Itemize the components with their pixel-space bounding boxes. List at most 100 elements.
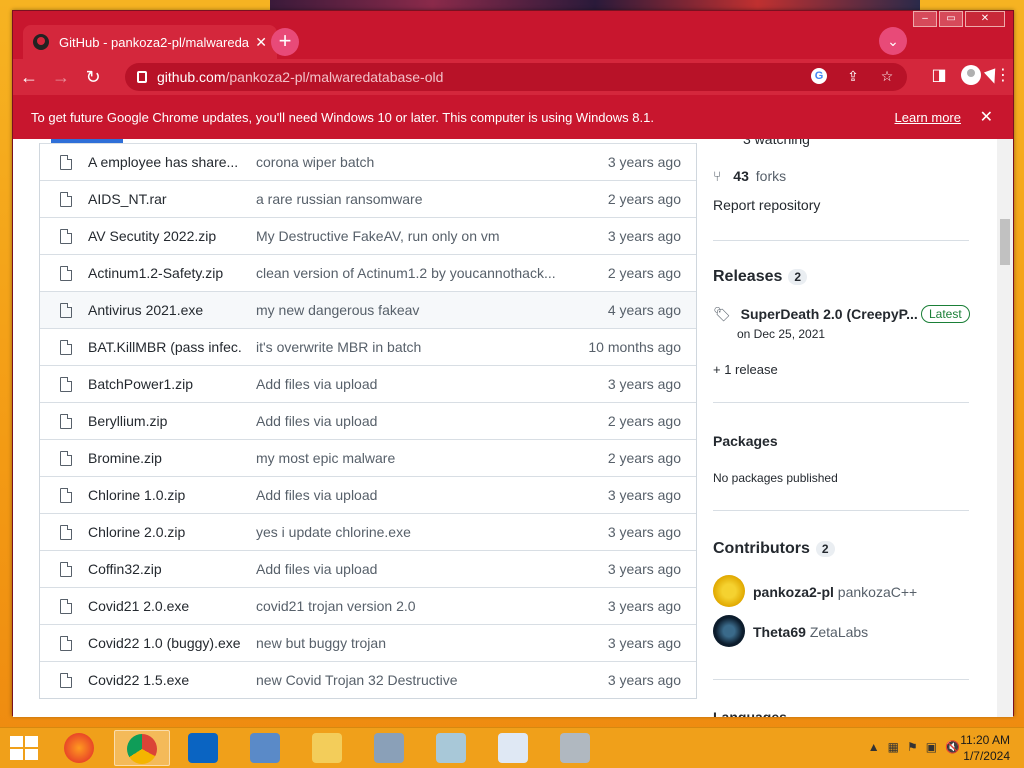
file-name[interactable]: Beryllium.zip	[88, 413, 243, 429]
bookmark-star-icon[interactable]: ☆	[879, 68, 895, 84]
taskbar-chrome[interactable]	[114, 730, 170, 766]
start-button[interactable]	[10, 736, 38, 760]
file-icon	[60, 155, 72, 170]
packages-title[interactable]: Packages	[713, 433, 778, 449]
maximize-button[interactable]: ▭	[939, 11, 963, 27]
table-row[interactable]: Antivirus 2021.exe my new dangerous fakea…	[40, 291, 696, 328]
languages-title[interactable]: Languages	[713, 709, 787, 717]
forks-link[interactable]: ⑂ 43 forks	[713, 168, 786, 184]
file-name[interactable]: AIDS_NT.rar	[88, 191, 243, 207]
commit-message[interactable]: new Covid Trojan 32 Destructive	[256, 672, 556, 688]
back-button[interactable]: ←	[13, 62, 45, 92]
display-icon[interactable]: ▣	[926, 740, 937, 754]
contributor-item[interactable]: pankoza2-pl pankozaC++	[753, 584, 917, 600]
file-name[interactable]: BAT.KillMBR (pass infec...	[88, 339, 243, 355]
tab-github[interactable]: GitHub - pankoza2-pl/malwaredatabase-old…	[23, 25, 277, 59]
file-name[interactable]: A employee has share...	[88, 154, 243, 170]
divider	[713, 510, 969, 511]
report-repository-link[interactable]: Report repository	[713, 197, 820, 213]
minimize-button[interactable]: –	[913, 11, 937, 27]
taskbar-explorer[interactable]	[300, 730, 356, 766]
watching-text[interactable]: 3 watching	[743, 139, 810, 147]
clock[interactable]: 11:20 AM 1/7/2024	[960, 732, 1010, 764]
table-row[interactable]: Actinum1.2-Safety.zip clean version of Ac…	[40, 254, 696, 291]
table-row[interactable]: Chlorine 1.0.zip Add files via upload 3 ye…	[40, 476, 696, 513]
commit-message[interactable]: covid21 trojan version 2.0	[256, 598, 556, 614]
address-bar[interactable]: github.com/pankoza2-pl/malwaredatabase-o…	[125, 63, 907, 91]
commit-message[interactable]: it's overwrite MBR in batch	[256, 339, 556, 355]
taskbar-tool[interactable]	[548, 730, 604, 766]
profile-avatar[interactable]	[961, 65, 981, 85]
side-panel-icon[interactable]: ◨	[929, 65, 949, 85]
file-name[interactable]: Chlorine 2.0.zip	[88, 524, 243, 540]
learn-more-link[interactable]: Learn more	[895, 110, 961, 125]
avatar[interactable]	[713, 575, 745, 607]
commit-age: 3 years ago	[607, 524, 681, 540]
tab-search-icon[interactable]: ⌄	[879, 27, 907, 55]
file-name[interactable]: AV Secutity 2022.zip	[88, 228, 243, 244]
commit-message[interactable]: Add files via upload	[256, 376, 556, 392]
file-name[interactable]: Covid22 1.5.exe	[88, 672, 243, 688]
contributor-item[interactable]: Theta69 ZetaLabs	[753, 624, 868, 640]
file-name[interactable]: Chlorine 1.0.zip	[88, 487, 243, 503]
file-icon	[60, 562, 72, 577]
google-icon[interactable]: G	[811, 68, 827, 84]
flag-icon[interactable]: ⚑	[907, 740, 918, 754]
file-name[interactable]: Coffin32.zip	[88, 561, 243, 577]
table-row[interactable]: Covid21 2.0.exe covid21 trojan version 2.…	[40, 587, 696, 624]
table-row[interactable]: Bromine.zip my most epic malware 2 years a…	[40, 439, 696, 476]
volume-muted-icon[interactable]: 🔇	[945, 740, 960, 754]
contributors-heading[interactable]: Contributors 2	[713, 540, 835, 558]
table-row[interactable]: AV Secutity 2022.zip My Destructive FakeA…	[40, 217, 696, 254]
banner-close-icon[interactable]: ✕	[980, 107, 993, 127]
network-icon[interactable]: ▦	[888, 740, 899, 754]
more-releases-link[interactable]: + 1 release	[713, 362, 778, 377]
file-name[interactable]: Actinum1.2-Safety.zip	[88, 265, 243, 281]
tray-expand-icon[interactable]: ▲	[868, 740, 880, 754]
table-row[interactable]: Chlorine 2.0.zip yes i update chlorine.ex…	[40, 513, 696, 550]
commit-message[interactable]: yes i update chlorine.exe	[256, 524, 556, 540]
release-item[interactable]: 🏷 SuperDeath 2.0 (CreepyP... Latest	[713, 305, 970, 323]
commit-message[interactable]: new but buggy trojan	[256, 635, 556, 651]
table-row[interactable]: BatchPower1.zip Add files via upload 3 yea…	[40, 365, 696, 402]
taskbar-firefox[interactable]	[52, 730, 108, 766]
table-row[interactable]: Covid22 1.5.exe new Covid Trojan 32 Destr…	[40, 661, 696, 698]
table-row[interactable]: BAT.KillMBR (pass infec... it's overwrite…	[40, 328, 696, 365]
commit-message[interactable]: a rare russian ransomware	[256, 191, 556, 207]
file-name[interactable]: Bromine.zip	[88, 450, 243, 466]
file-name[interactable]: Covid22 1.0 (buggy).exe	[88, 635, 243, 651]
file-name[interactable]: Antivirus 2021.exe	[88, 302, 243, 318]
commit-message[interactable]: clean version of Actinum1.2 by youcannot…	[256, 265, 556, 281]
tab-close-icon[interactable]: ✕	[255, 34, 267, 51]
commit-message[interactable]: My Destructive FakeAV, run only on vm	[256, 228, 556, 244]
commit-message[interactable]: Add files via upload	[256, 561, 556, 577]
scrollbar-thumb[interactable]	[1000, 219, 1010, 265]
new-tab-button[interactable]: +	[271, 28, 299, 56]
forward-button[interactable]: →	[45, 62, 77, 92]
notepad-icon	[436, 733, 466, 763]
close-window-button[interactable]: ✕	[965, 11, 1005, 27]
file-name[interactable]: Covid21 2.0.exe	[88, 598, 243, 614]
commit-message[interactable]: my new dangerous fakeav	[256, 302, 556, 318]
commit-message[interactable]: my most epic malware	[256, 450, 556, 466]
scrollbar[interactable]	[997, 139, 1013, 717]
reload-button[interactable]: ↻	[77, 62, 109, 92]
share-icon[interactable]: ⇪	[845, 68, 861, 84]
avatar[interactable]	[713, 615, 745, 647]
table-row[interactable]: Beryllium.zip Add files via upload 2 years…	[40, 402, 696, 439]
releases-heading[interactable]: Releases 2	[713, 268, 808, 286]
commit-message[interactable]: Add files via upload	[256, 413, 556, 429]
taskbar-calculator[interactable]	[362, 730, 418, 766]
taskbar-outlook[interactable]	[176, 730, 232, 766]
table-row[interactable]: Covid22 1.0 (buggy).exe new but buggy tro…	[40, 624, 696, 661]
commit-message[interactable]: Add files via upload	[256, 487, 556, 503]
commit-message[interactable]: corona wiper batch	[256, 154, 556, 170]
file-name[interactable]: BatchPower1.zip	[88, 376, 243, 392]
taskbar-app[interactable]	[424, 730, 480, 766]
table-row[interactable]: Coffin32.zip Add files via upload 3 years …	[40, 550, 696, 587]
table-row[interactable]: A employee has share... corona wiper batc…	[40, 143, 696, 180]
taskbar-control-panel[interactable]	[238, 730, 294, 766]
taskbar-wordpad[interactable]	[486, 730, 542, 766]
window-controls: – ▭ ✕	[911, 11, 1005, 27]
table-row[interactable]: AIDS_NT.rar a rare russian ransomware 2 ye…	[40, 180, 696, 217]
